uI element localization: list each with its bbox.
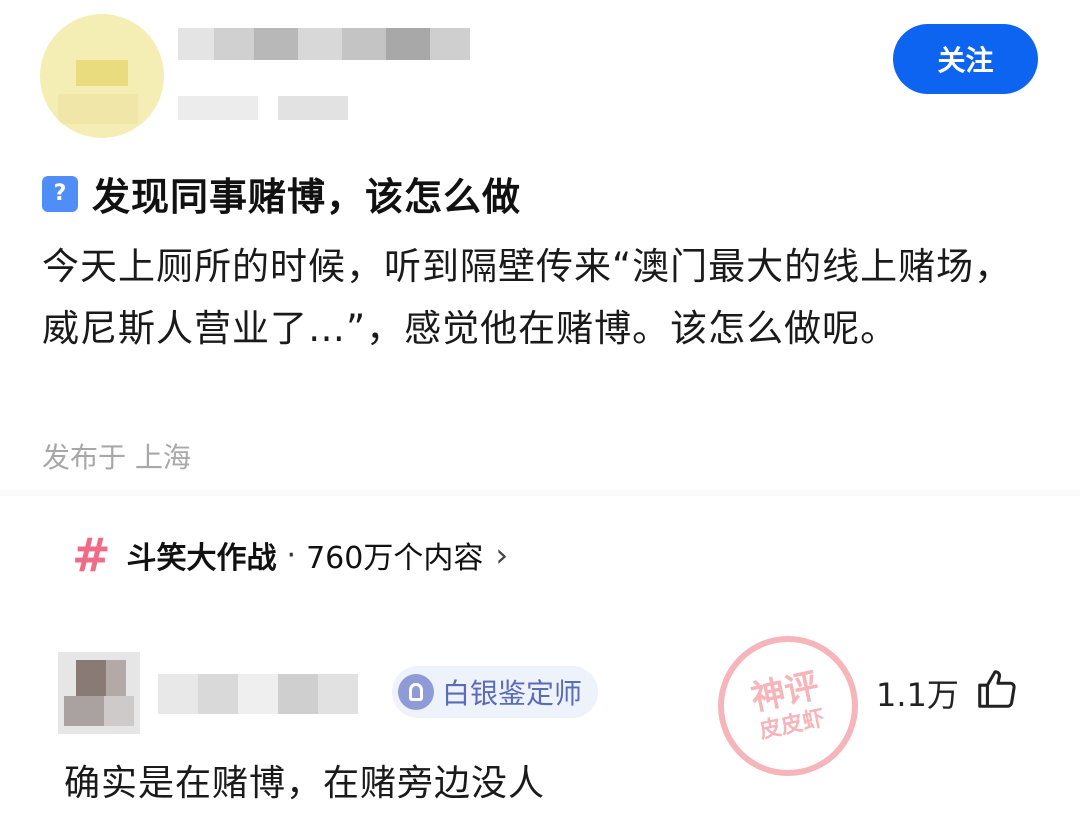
commenter-name-blurred[interactable] <box>158 674 388 714</box>
topic-separator: · <box>286 537 297 573</box>
chevron-right-icon: › <box>495 536 509 574</box>
like-count: 1.1万 <box>876 676 959 714</box>
avatar-mosaic <box>58 94 138 124</box>
topic-content-count: 760万个内容 <box>306 541 484 576</box>
question-mark-icon: ? <box>42 175 78 212</box>
question-title-row[interactable]: ? 发现同事赌博，该怎么做 <box>42 166 521 221</box>
follow-button[interactable]: 关注 <box>893 24 1038 94</box>
appraiser-badge[interactable]: 白银鉴定师 <box>392 666 599 718</box>
avatar-mosaic <box>76 60 128 86</box>
comment-text: 确实是在赌博，在赌旁边没人 <box>64 763 546 804</box>
badge-label: 白银鉴定师 <box>442 677 583 710</box>
author-name-blurred[interactable] <box>178 20 478 70</box>
section-divider <box>0 490 1080 496</box>
watermark-stamp: 神评 皮皮虾 <box>704 622 872 790</box>
topic-name: 斗笑大作战 <box>126 541 277 576</box>
hashtag-icon: # <box>72 528 111 582</box>
topic-link[interactable]: # 斗笑大作战 · 760万个内容 › <box>72 532 508 578</box>
author-meta-blurred <box>178 96 378 122</box>
silver-appraiser-badge-icon <box>398 674 434 710</box>
question-body: 今天上厕所的时候，听到隔壁传来“澳门最大的线上赌场，威尼斯人营业了…”，感觉他在… <box>42 245 1013 350</box>
post-location: 发布于 上海 <box>42 441 191 474</box>
question-post: 关注 ? 发现同事赌博，该怎么做 今天上厕所的时候，听到隔壁传来“澳门最大的线上… <box>0 0 1080 490</box>
thumbs-up-icon[interactable] <box>974 666 1020 712</box>
author-avatar[interactable] <box>40 14 164 138</box>
question-title: 发现同事赌博，该怎么做 <box>92 175 522 219</box>
commenter-avatar[interactable] <box>58 652 140 734</box>
